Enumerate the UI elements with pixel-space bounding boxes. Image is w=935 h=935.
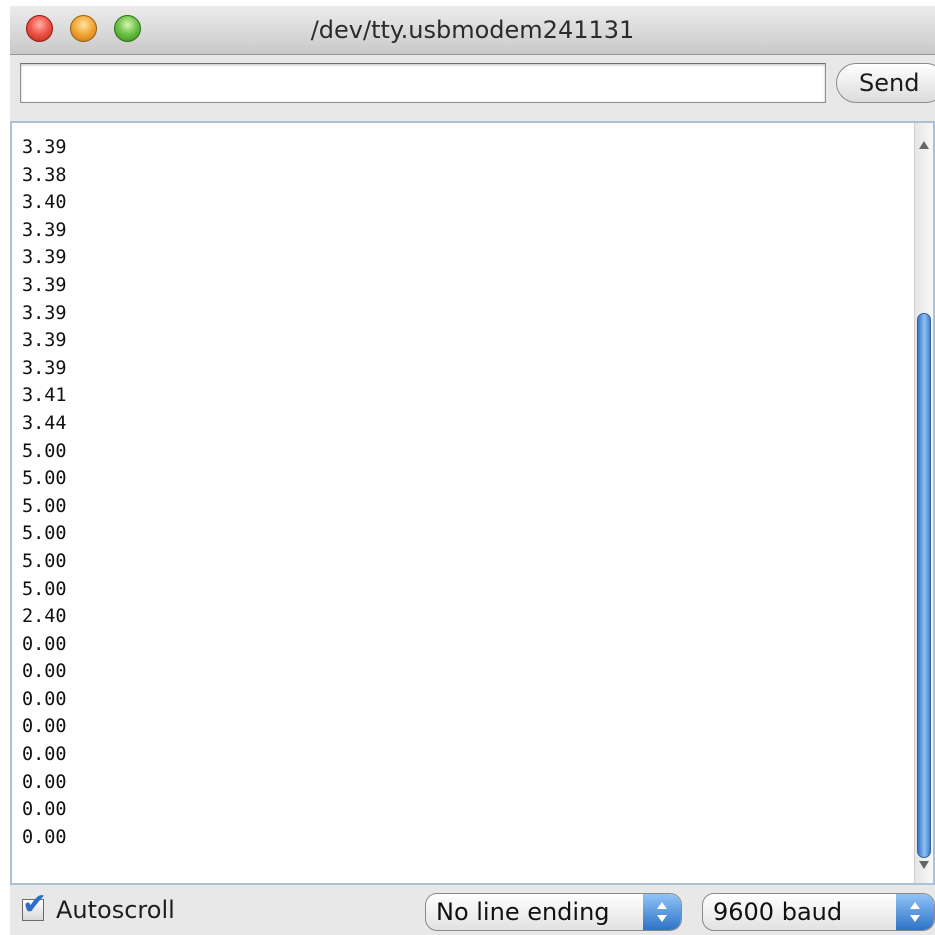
send-input[interactable]: [20, 63, 826, 103]
line-ending-select[interactable]: No line ending: [425, 893, 682, 931]
output-line: 3.39: [22, 302, 67, 324]
scrollbar-thumb[interactable]: [917, 313, 931, 858]
up-down-chevron-icon: [643, 894, 681, 930]
output-line: 3.39: [22, 357, 67, 379]
window-title: /dev/tty.usbmodem241131: [310, 16, 635, 44]
up-down-chevron-icon: [896, 894, 934, 930]
output-line: 0.00: [22, 799, 67, 821]
autoscroll-checkbox[interactable]: ✔: [22, 890, 47, 921]
line-ending-value: No line ending: [436, 898, 610, 926]
serial-output-area[interactable]: 3.39 3.38 3.40 3.39 3.39 3.39 3.39 3.39 3.39 3.41…: [10, 121, 935, 885]
output-line: 5.00: [22, 495, 67, 517]
title-bar[interactable]: /dev/tty.usbmodem241131: [10, 6, 935, 55]
output-line: 5.00: [22, 468, 67, 490]
output-line: 0.00: [22, 826, 67, 848]
baud-rate-select[interactable]: 9600 baud: [702, 893, 935, 931]
output-line: 3.39: [22, 247, 67, 269]
autoscroll-label: Autoscroll: [56, 896, 175, 924]
output-line: 3.41: [22, 385, 67, 407]
baud-rate-value: 9600 baud: [713, 898, 843, 926]
checkmark-icon: ✔: [22, 887, 48, 922]
output-line: 2.40: [22, 606, 67, 628]
output-line: 0.00: [22, 771, 67, 793]
output-line: 0.00: [22, 716, 67, 738]
output-line: 5.00: [22, 440, 67, 462]
output-line: 0.00: [22, 633, 67, 655]
serial-monitor-window: /dev/tty.usbmodem241131 Send 3.39 3.38 3.4…: [10, 6, 935, 935]
status-bar: ✔ Autoscroll No line ending 9600 baud: [10, 886, 935, 935]
output-line: 5.00: [22, 523, 67, 545]
output-line: 3.44: [22, 412, 67, 434]
vertical-scrollbar[interactable]: [914, 123, 933, 883]
scroll-down-arrow-icon[interactable]: [919, 861, 929, 869]
send-toolbar: Send: [10, 55, 935, 119]
send-button[interactable]: Send: [836, 63, 935, 103]
output-line: 3.40: [22, 192, 67, 214]
output-line: 3.39: [22, 219, 67, 241]
output-line: 5.00: [22, 578, 67, 600]
scroll-up-arrow-icon[interactable]: [919, 141, 929, 149]
output-lines: 3.39 3.38 3.40 3.39 3.39 3.39 3.39 3.39 3.39 3.41…: [22, 134, 67, 851]
output-line: 0.00: [22, 688, 67, 710]
output-line: 0.00: [22, 744, 67, 766]
output-line: 3.39: [22, 137, 67, 158]
output-line: 0.00: [22, 661, 67, 683]
output-line: 5.00: [22, 550, 67, 572]
output-line: 3.38: [22, 164, 67, 186]
output-line: 3.39: [22, 330, 67, 352]
output-line: 3.39: [22, 274, 67, 296]
